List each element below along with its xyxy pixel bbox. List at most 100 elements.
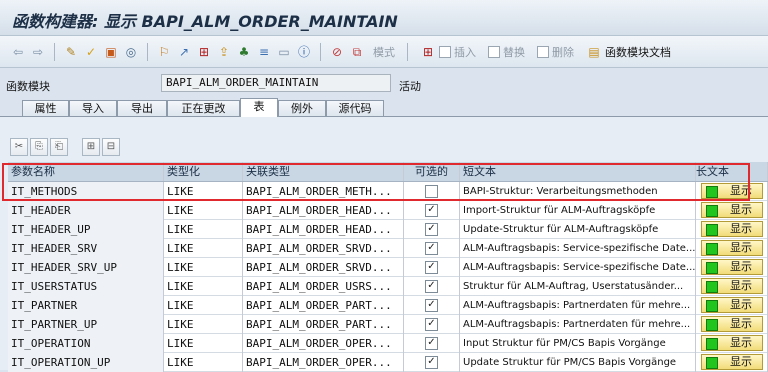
show-long-text-button[interactable]: 显示: [701, 335, 763, 351]
ref-type-cell[interactable]: BAPI_ALM_ORDER_PART...: [243, 315, 404, 334]
back-icon[interactable]: ⇦: [10, 44, 26, 60]
optional-checkbox[interactable]: ✓: [425, 260, 438, 274]
show-long-text-button[interactable]: 显示: [701, 316, 763, 332]
show-long-text-button[interactable]: 显示: [701, 278, 763, 294]
param-name-cell[interactable]: IT_METHODS: [8, 182, 164, 201]
module-docs-button[interactable]: ▤ 函数模块文档: [582, 44, 675, 60]
typing-cell[interactable]: LIKE: [164, 334, 243, 353]
short-text-cell[interactable]: BAPI-Struktur: Verarbeitungsmethoden: [460, 182, 696, 201]
edit-toggle-icon[interactable]: ✎: [63, 44, 79, 60]
table-row[interactable]: IT_HEADER_UP LIKE BAPI_ALM_ORDER_HEAD... ✓ U…: [8, 220, 768, 239]
ref-type-cell[interactable]: BAPI_ALM_ORDER_OPER...: [243, 334, 404, 353]
function-module-field[interactable]: BAPI_ALM_ORDER_MAINTAIN: [161, 74, 391, 92]
ref-type-cell[interactable]: BAPI_ALM_ORDER_HEAD...: [243, 201, 404, 220]
stop-icon[interactable]: ⊘: [329, 44, 345, 60]
param-name-cell[interactable]: IT_HEADER: [8, 201, 164, 220]
test-icon[interactable]: ◎: [123, 44, 139, 60]
hierarchy-icon[interactable]: ⊞: [196, 44, 212, 60]
table-row[interactable]: IT_METHODS LIKE BAPI_ALM_ORDER_METH... BAPI…: [8, 182, 768, 201]
tab-export[interactable]: 导出: [117, 100, 167, 116]
short-text-cell[interactable]: Struktur für ALM-Auftrag, Userstatusände…: [460, 277, 696, 296]
show-long-text-button[interactable]: 显示: [701, 240, 763, 256]
show-long-text-button[interactable]: 显示: [701, 221, 763, 237]
typing-cell[interactable]: LIKE: [164, 201, 243, 220]
window-icon[interactable]: ▭: [276, 44, 292, 60]
table-row[interactable]: IT_HEADER LIKE BAPI_ALM_ORDER_HEAD... ✓ Impo…: [8, 201, 768, 220]
param-name-cell[interactable]: IT_OPERATION_UP: [8, 353, 164, 372]
activate-icon[interactable]: ▣: [103, 44, 119, 60]
tab-source-code[interactable]: 源代码: [326, 100, 384, 116]
ref-type-cell[interactable]: BAPI_ALM_ORDER_PART...: [243, 296, 404, 315]
ref-type-cell[interactable]: BAPI_ALM_ORDER_METH...: [243, 182, 404, 201]
where-used-icon[interactable]: ⚐: [156, 44, 172, 60]
short-text-cell[interactable]: Update-Struktur für ALM-Auftragsköpfe: [460, 220, 696, 239]
column-header-short-text[interactable]: 短文本: [460, 162, 696, 181]
table-row[interactable]: IT_OPERATION_UP LIKE BAPI_ALM_ORDER_OPER..…: [8, 353, 768, 372]
copy-icon[interactable]: ⧉: [349, 44, 365, 60]
short-text-cell[interactable]: Import-Struktur für ALM-Auftragsköpfe: [460, 201, 696, 220]
table-row[interactable]: IT_HEADER_SRV_UP LIKE BAPI_ALM_ORDER_SRVD.…: [8, 258, 768, 277]
insert-row-icon[interactable]: ⊞: [82, 138, 100, 156]
param-name-cell[interactable]: IT_OPERATION: [8, 334, 164, 353]
pattern-icon[interactable]: ↗: [176, 44, 192, 60]
short-text-cell[interactable]: ALM-Auftragsbapis: Partnerdaten für mehr…: [460, 296, 696, 315]
column-header-typing[interactable]: 类型化: [164, 162, 243, 181]
column-header-long-text[interactable]: 长文本: [696, 162, 768, 181]
replace-button[interactable]: 替换: [484, 44, 529, 60]
display-object-list-icon[interactable]: ♣: [236, 44, 252, 60]
show-long-text-button[interactable]: 显示: [701, 202, 763, 218]
ref-type-cell[interactable]: BAPI_ALM_ORDER_SRVD...: [243, 258, 404, 277]
mode-button[interactable]: 模式: [369, 44, 399, 60]
other-object-icon[interactable]: ⇪: [216, 44, 232, 60]
typing-cell[interactable]: LIKE: [164, 296, 243, 315]
insert-button[interactable]: ⊞ 插入: [416, 44, 480, 60]
param-name-cell[interactable]: IT_HEADER_SRV_UP: [8, 258, 164, 277]
tab-attributes[interactable]: 属性: [22, 100, 69, 116]
optional-checkbox[interactable]: ✓: [425, 203, 438, 217]
optional-checkbox[interactable]: ✓: [425, 279, 438, 293]
short-text-cell[interactable]: Update Struktur für PM/CS Bapis Vorgänge: [460, 353, 696, 372]
optional-checkbox[interactable]: ✓: [425, 336, 438, 350]
typing-cell[interactable]: LIKE: [164, 258, 243, 277]
table-row[interactable]: IT_PARTNER_UP LIKE BAPI_ALM_ORDER_PART... ✓…: [8, 315, 768, 334]
typing-cell[interactable]: LIKE: [164, 315, 243, 334]
short-text-cell[interactable]: ALM-Auftragsbapis: Partnerdaten für mehr…: [460, 315, 696, 334]
optional-checkbox[interactable]: ✓: [425, 241, 438, 255]
short-text-cell[interactable]: ALM-Auftragsbapis: Service-spezifische D…: [460, 239, 696, 258]
short-text-cell[interactable]: Input Struktur für PM/CS Bapis Vorgänge: [460, 334, 696, 353]
show-long-text-button[interactable]: 显示: [701, 354, 763, 370]
cut-icon[interactable]: ✂: [10, 138, 28, 156]
param-name-cell[interactable]: IT_HEADER_SRV: [8, 239, 164, 258]
table-row[interactable]: IT_USERSTATUS LIKE BAPI_ALM_ORDER_USRS... ✓…: [8, 277, 768, 296]
delete-row-icon[interactable]: ⊟: [102, 138, 120, 156]
column-header-param[interactable]: 参数名称: [8, 162, 164, 181]
short-text-cell[interactable]: ALM-Auftragsbapis: Service-spezifische D…: [460, 258, 696, 277]
optional-checkbox[interactable]: ✓: [425, 355, 438, 369]
typing-cell[interactable]: LIKE: [164, 220, 243, 239]
column-header-optional[interactable]: 可选的: [404, 162, 460, 181]
param-name-cell[interactable]: IT_PARTNER: [8, 296, 164, 315]
optional-checkbox[interactable]: ✓: [425, 317, 438, 331]
param-name-cell[interactable]: IT_PARTNER_UP: [8, 315, 164, 334]
paste-icon[interactable]: ⎗: [50, 138, 68, 156]
param-name-cell[interactable]: IT_USERSTATUS: [8, 277, 164, 296]
tab-tables[interactable]: 表: [240, 98, 278, 117]
show-long-text-button[interactable]: 显示: [701, 297, 763, 313]
table-row[interactable]: IT_HEADER_SRV LIKE BAPI_ALM_ORDER_SRVD... ✓…: [8, 239, 768, 258]
table-row[interactable]: IT_OPERATION LIKE BAPI_ALM_ORDER_OPER... ✓ I…: [8, 334, 768, 353]
navigate-icon[interactable]: ≡: [256, 44, 272, 60]
copy-row-icon[interactable]: ⎘: [30, 138, 48, 156]
show-long-text-button[interactable]: 显示: [701, 259, 763, 275]
typing-cell[interactable]: LIKE: [164, 239, 243, 258]
param-name-cell[interactable]: IT_HEADER_UP: [8, 220, 164, 239]
ref-type-cell[interactable]: BAPI_ALM_ORDER_SRVD...: [243, 239, 404, 258]
forward-icon[interactable]: ⇨: [30, 44, 46, 60]
delete-button[interactable]: 删除: [533, 44, 578, 60]
show-long-text-button[interactable]: 显示: [701, 183, 763, 199]
typing-cell[interactable]: LIKE: [164, 277, 243, 296]
optional-checkbox[interactable]: ✓: [425, 222, 438, 236]
typing-cell[interactable]: LIKE: [164, 182, 243, 201]
ref-type-cell[interactable]: BAPI_ALM_ORDER_OPER...: [243, 353, 404, 372]
tab-import[interactable]: 导入: [69, 100, 117, 116]
column-header-ref-type[interactable]: 关联类型: [243, 162, 404, 181]
